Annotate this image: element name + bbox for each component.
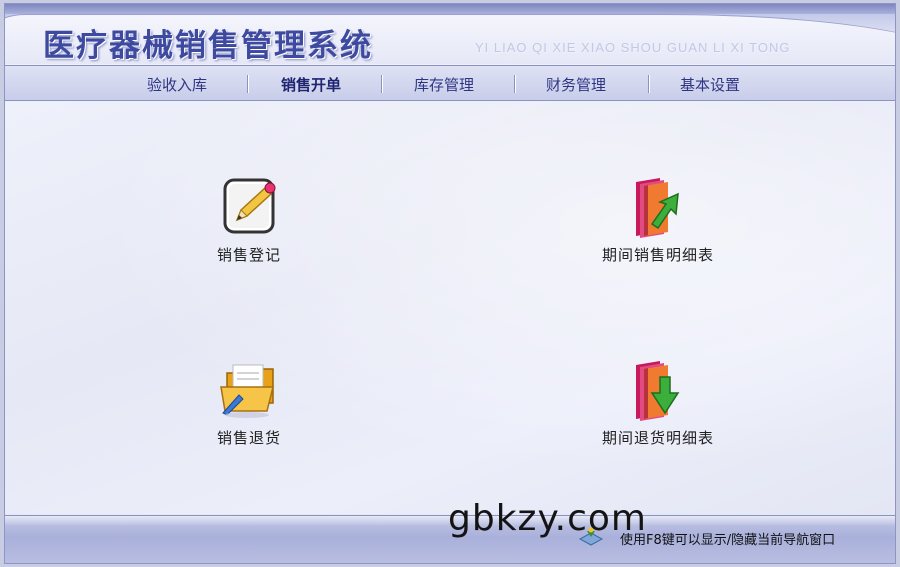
- header: 医疗器械销售管理系统 YI LIAO QI XIE XIAO SHOU GUAN…: [5, 4, 895, 64]
- book-arrow-down-icon: [636, 361, 680, 421]
- tile-label: 销售退货: [216, 429, 281, 447]
- nav-item-finance[interactable]: 财务管理: [546, 74, 606, 94]
- app-title: 医疗器械销售管理系统: [43, 28, 373, 64]
- app-window: 医疗器械销售管理系统 YI LIAO QI XIE XIAO SHOU GUAN…: [4, 3, 896, 564]
- folder-pen-icon: [220, 364, 274, 418]
- tile-label: 销售登记: [216, 246, 281, 264]
- edit-pencil-icon: [223, 178, 276, 234]
- tile-sales-return[interactable]: 销售退货: [164, 357, 334, 467]
- tile-sales-registration[interactable]: 销售登记: [164, 174, 334, 284]
- book-arrow-up-icon: [636, 178, 679, 238]
- main-panel: 销售登记 期间销售明细表 销售退货 期间退货明细表: [5, 102, 895, 514]
- f8-hint-text: 使用F8键可以显示/隐藏当前导航窗口: [620, 533, 836, 548]
- tile-period-sales-detail[interactable]: 期间销售明细表: [573, 174, 743, 284]
- nav-item-receiving[interactable]: 验收入库: [147, 74, 207, 94]
- tile-label: 期间退货明细表: [601, 429, 714, 447]
- nav-separator: [648, 75, 650, 93]
- watermark-text: gbkzy.com: [448, 498, 647, 539]
- nav-separator: [247, 75, 249, 93]
- nav-item-sales-order[interactable]: 销售开单: [281, 74, 341, 94]
- nav-item-settings[interactable]: 基本设置: [680, 74, 740, 94]
- nav-item-inventory[interactable]: 库存管理: [414, 74, 474, 94]
- tile-period-return-detail[interactable]: 期间退货明细表: [573, 357, 743, 467]
- navigation-toggle-icon[interactable]: [578, 527, 604, 549]
- nav-separator: [381, 75, 383, 93]
- header-top-band: [5, 4, 895, 14]
- nav-separator: [514, 75, 516, 93]
- app-subtitle: YI LIAO QI XIE XIAO SHOU GUAN LI XI TONG: [475, 40, 791, 55]
- nav-bar: 验收入库 销售开单 库存管理 财务管理 基本设置: [5, 65, 895, 101]
- tile-label: 期间销售明细表: [601, 246, 714, 264]
